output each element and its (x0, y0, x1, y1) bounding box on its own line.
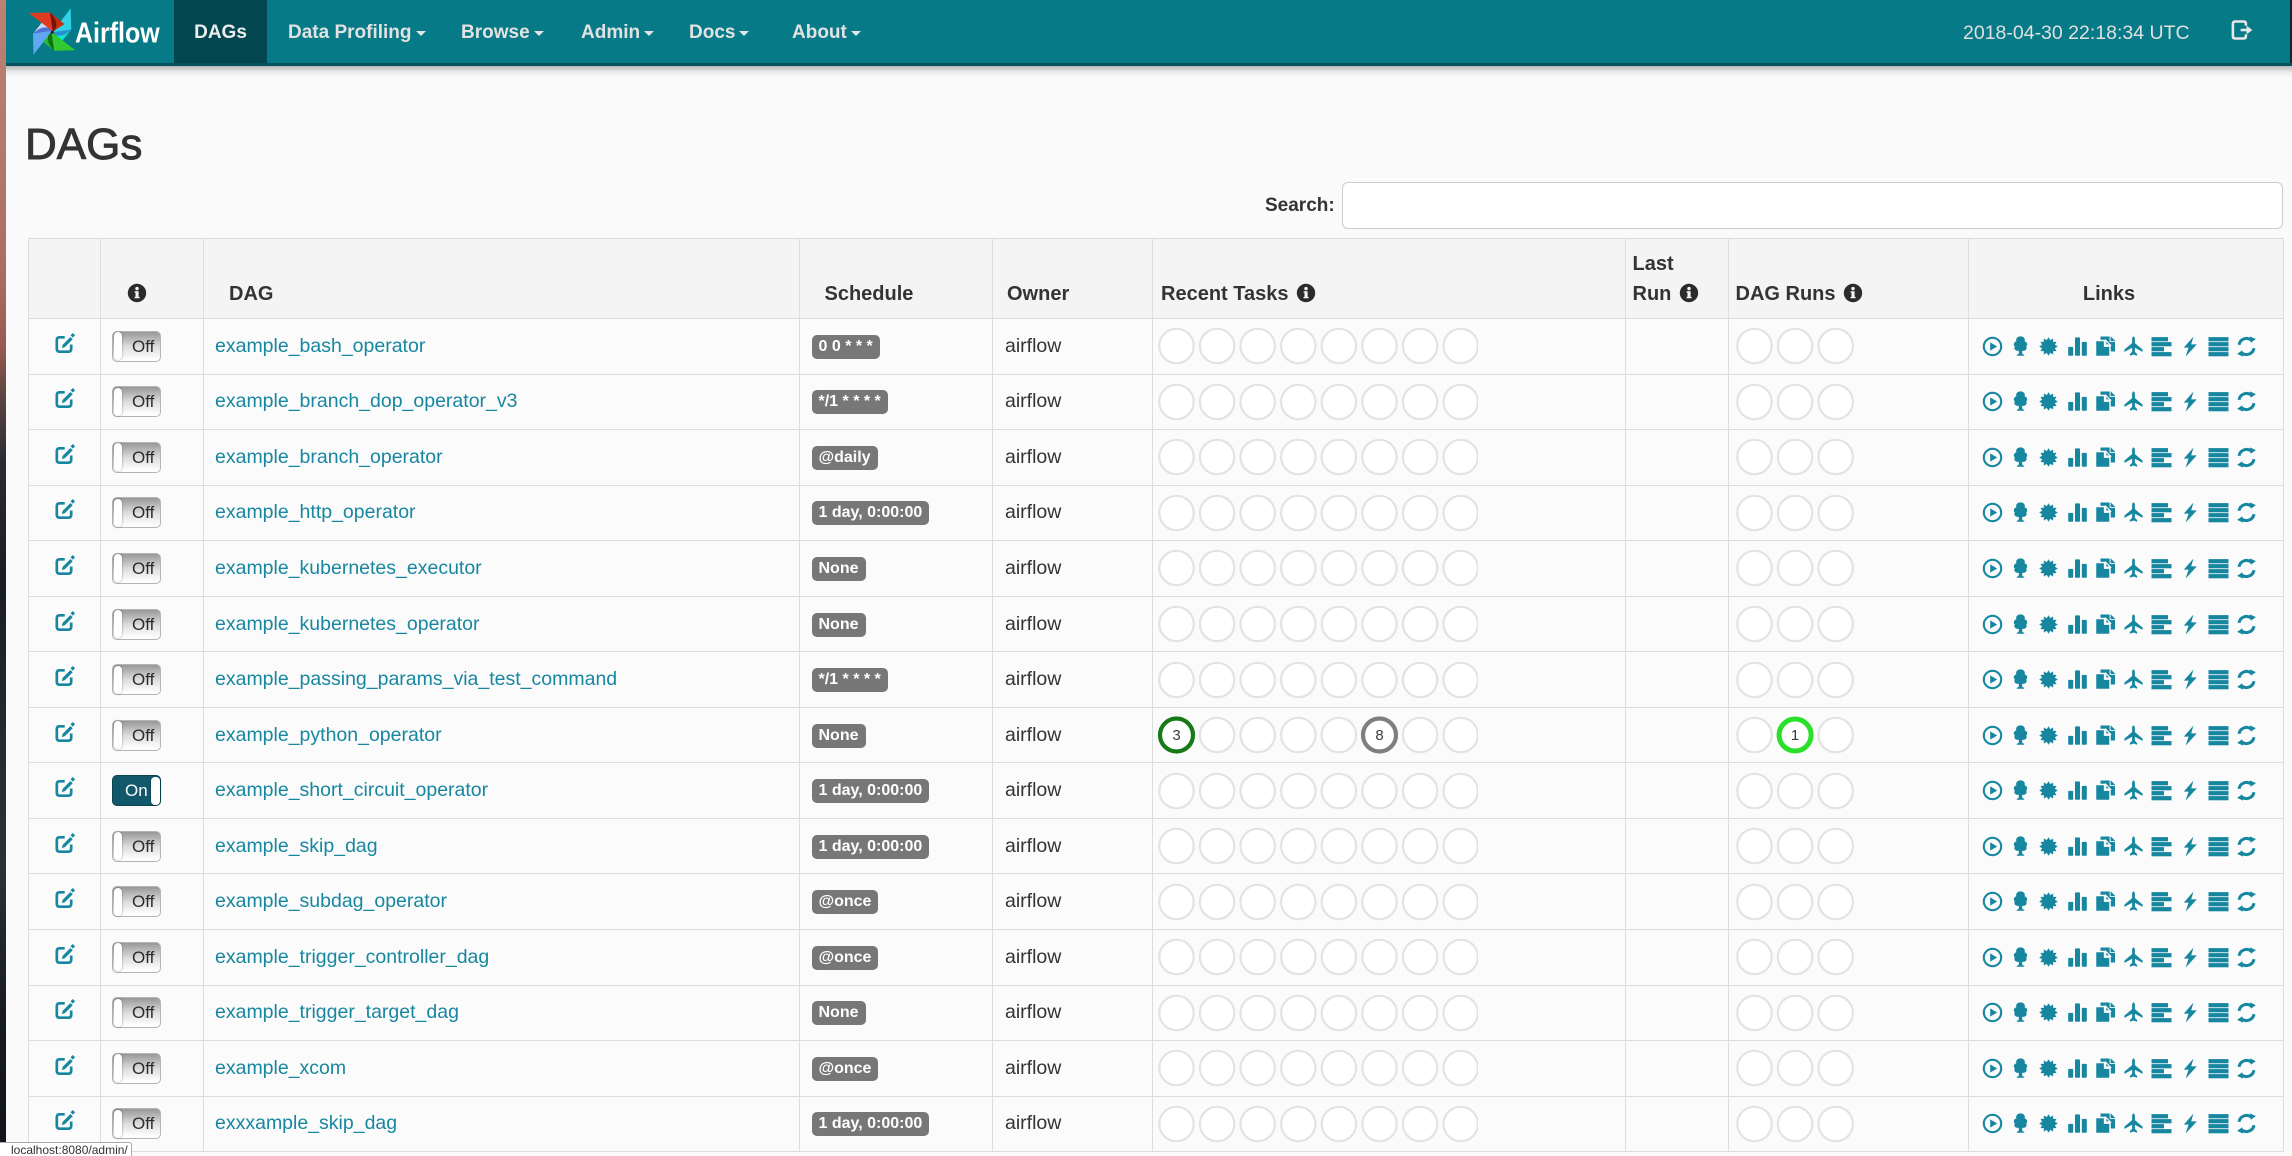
svg-text:3: 3 (1172, 727, 1180, 744)
svg-text:1: 1 (1790, 727, 1798, 744)
svg-text:8: 8 (1375, 727, 1383, 744)
